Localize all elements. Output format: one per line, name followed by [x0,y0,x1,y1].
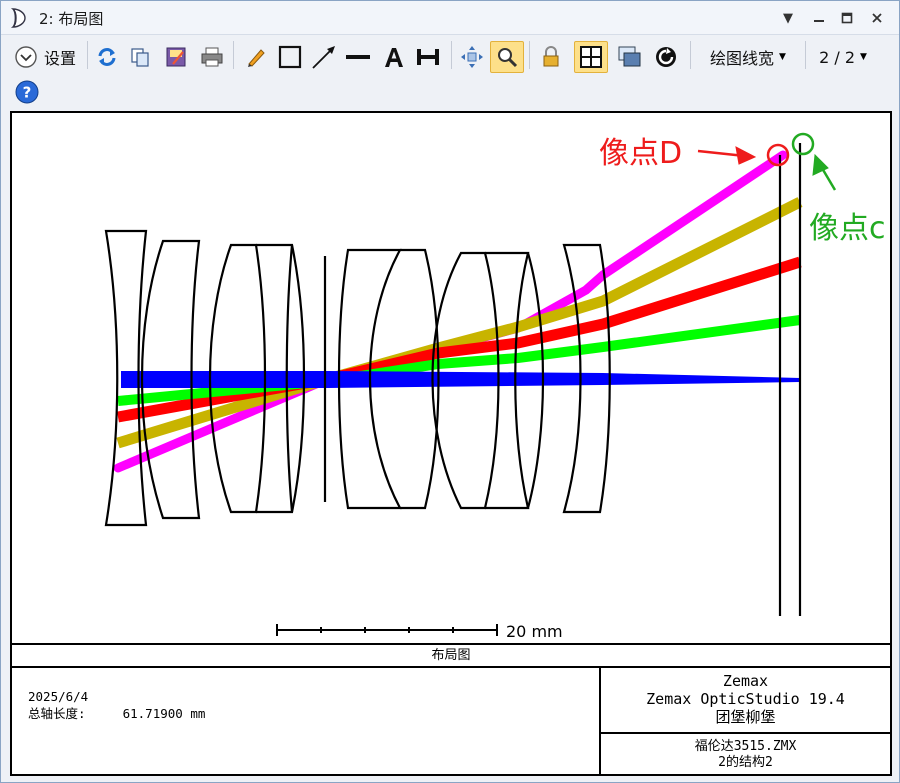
info-product: Zemax OpticStudio 19.4 [646,690,845,708]
arrow-line-icon [312,46,335,69]
maximize-icon [841,12,853,24]
close-icon [872,13,882,23]
close-button[interactable] [867,9,887,27]
pencil-button[interactable] [241,42,271,72]
toolbar: 设置 绘图线宽 ▼ 2 / 2 ▼ ? [1,37,899,107]
save-image-icon [166,47,186,67]
save-image-button[interactable] [161,42,191,72]
pan-arrows-icon [461,46,483,68]
info-total-length-value: 61.71900 mm [122,706,206,721]
info-company: Zemax [722,672,769,690]
minimize-button[interactable] [809,9,829,27]
line-button[interactable] [343,42,373,72]
grid-icon [580,46,602,68]
dropdown-icon[interactable]: ▼ [778,9,798,27]
info-config: 2的结构2 [718,755,773,770]
layout-plot-area: 像点D 像点c 20 mm 布局图 2025/6/4 总轴长度: 61.7190… [10,111,892,776]
auto-update-button[interactable] [651,42,681,72]
minimize-icon [814,20,824,22]
text-a-icon [385,48,403,67]
lens-layout-drawing: 像点D 像点c 20 mm [104,132,886,641]
lock-icon [543,46,559,67]
arrow-line-button[interactable] [309,42,339,72]
info-title-block: Zemax Zemax OpticStudio 19.4 团堡柳堡 [601,668,890,734]
windows-icon [618,46,641,67]
info-total-length-label: 总轴长度: [28,706,86,721]
line-width-dropdown[interactable]: 绘图线宽 ▼ [698,42,798,72]
print-button[interactable] [197,42,227,72]
power-cycle-icon [656,47,676,67]
pencil-icon [248,49,265,67]
info-left-block: 2025/6/4 总轴长度: 61.71900 mm [28,688,205,722]
fit-grid-button[interactable] [574,41,608,73]
help-icon: ? [15,80,39,104]
info-file: 福伦达3515.ZMX [694,739,797,754]
copy-icon [131,48,149,67]
window-layout-button[interactable] [615,42,645,72]
scale-bar [276,624,498,636]
window-app-icon [10,8,26,28]
window-title: 2: 布局图 [39,10,104,28]
annotation-d-label: 像点D [599,136,682,171]
ray-bundle-olive [116,197,803,449]
printer-icon [201,47,223,67]
refresh-icon [98,48,116,66]
info-total-length-row: 总轴长度: 61.71900 mm [28,705,205,722]
scale-bar-label: 20 mm [506,622,563,641]
marker-circle-c [791,132,815,156]
info-date: 2025/6/4 [28,689,89,704]
text-button[interactable] [379,42,409,72]
lock-button[interactable] [536,42,566,72]
info-author: 团堡柳堡 [715,708,776,726]
caret-down-icon: ▼ [860,52,867,62]
annotation-c-label: 像点c [809,211,886,246]
dimension-button[interactable] [413,42,443,72]
caret-down-icon: ▼ [779,52,786,62]
help-button[interactable]: ? [13,77,41,107]
dimension-icon [417,49,439,65]
ray-bundle-blue [121,371,800,388]
title-bar: 2: 布局图 ▼ [1,1,899,35]
plot-caption: 布局图 [12,643,890,668]
info-file-block: 福伦达3515.ZMX 2的结构2 [601,736,890,774]
chevron-down-circle-icon [15,46,37,68]
pan-button[interactable] [457,42,487,72]
magnifier-icon [498,48,518,68]
rectangle-button[interactable] [275,42,305,72]
svg-text:?: ? [23,84,32,102]
page-label: 2 / 2 [819,47,855,67]
refresh-button[interactable] [93,42,121,72]
maximize-button[interactable] [837,9,857,27]
ray-bundle-green [117,315,801,406]
rectangle-icon [278,45,302,69]
settings-label: 设置 [43,49,76,68]
copy-button[interactable] [125,42,155,72]
info-right-block: Zemax Zemax OpticStudio 19.4 团堡柳堡 福伦达351… [599,668,890,774]
page-dropdown[interactable]: 2 / 2 ▼ [811,42,875,72]
ray-bundle-magenta [113,150,788,473]
zoom-button[interactable] [490,41,524,73]
settings-button[interactable]: 设置 [10,42,80,72]
layout-window: 2: 布局图 ▼ 设置 绘图线宽 ▼ 2 / 2 ▼ ? 像点D 像点c 20 … [0,0,900,783]
line-width-label: 绘图线宽 [710,49,775,68]
line-icon [346,55,370,59]
